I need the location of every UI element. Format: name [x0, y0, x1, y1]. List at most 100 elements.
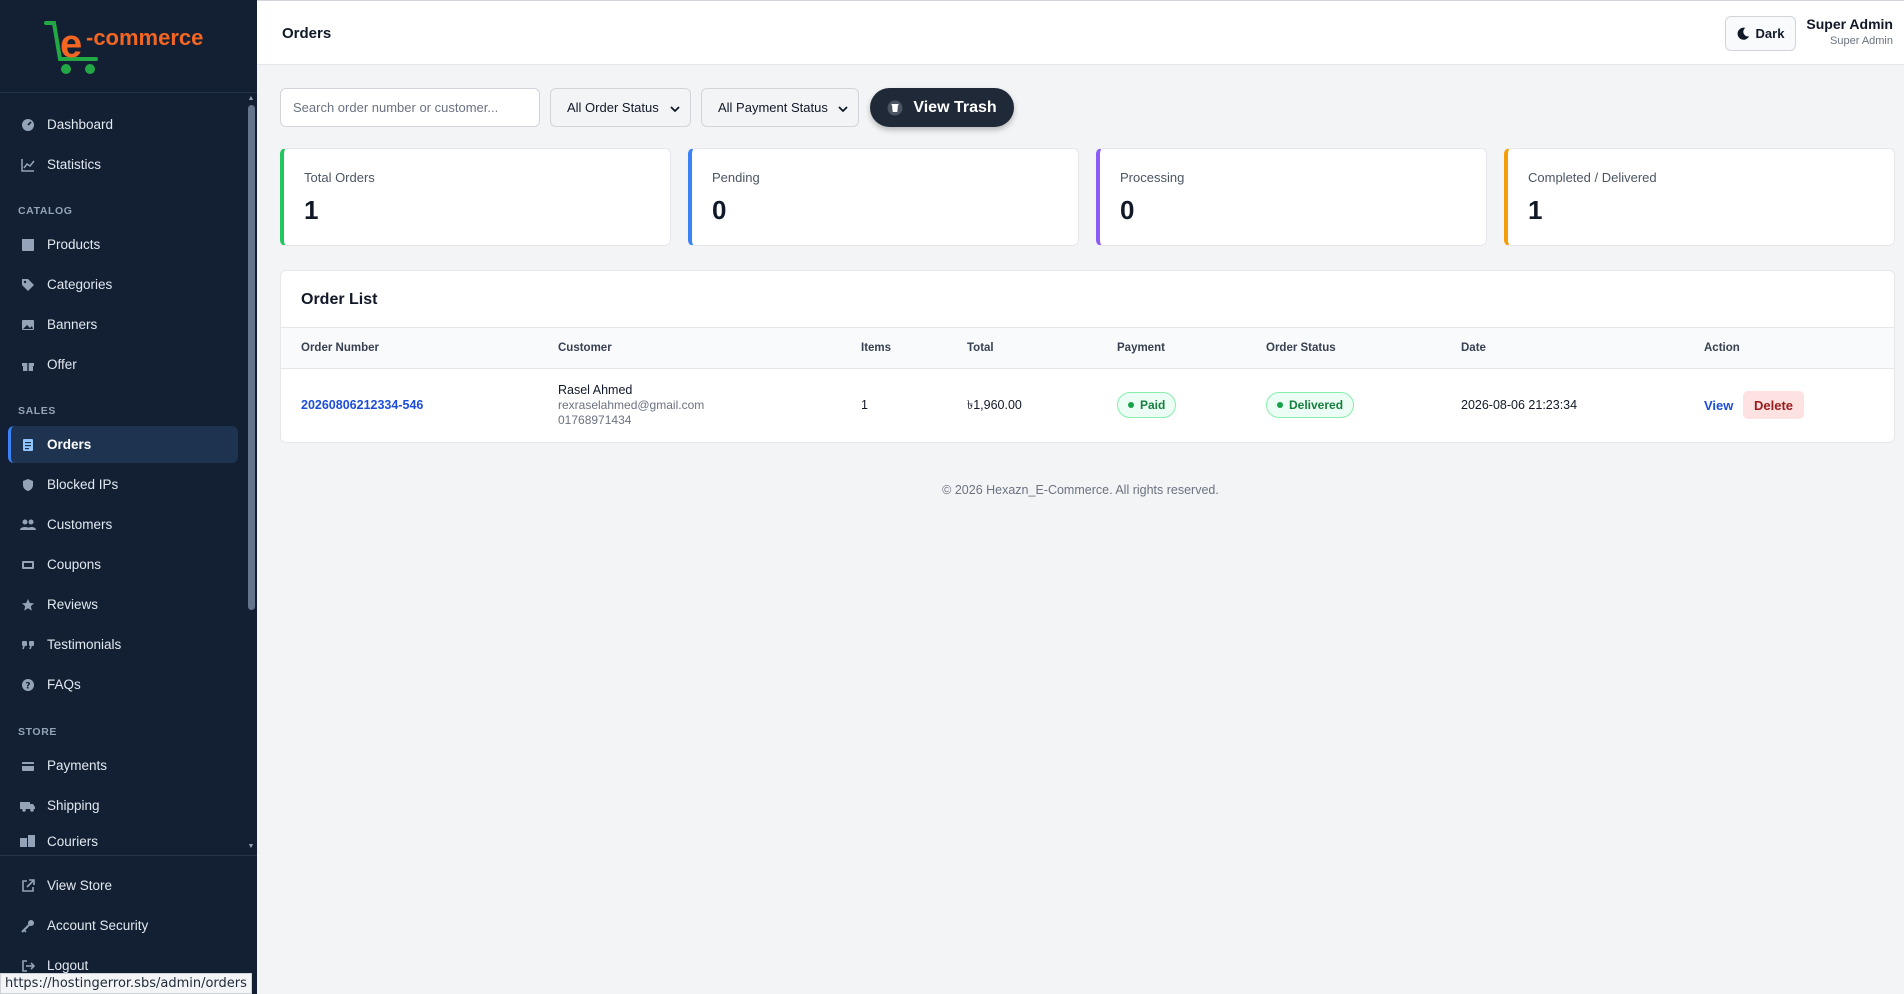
status-dot-icon	[1277, 402, 1283, 408]
sidebar-item-coupons[interactable]: Coupons	[8, 546, 238, 583]
footer-copyright: © 2026 Hexazn_E-Commerce. All rights res…	[942, 483, 1219, 497]
brand-logo[interactable]: e -commerce	[0, 0, 257, 93]
sidebar-item-categories[interactable]: Categories	[8, 266, 238, 303]
sidebar-item-statistics[interactable]: Statistics	[8, 146, 238, 183]
stat-label: Total Orders	[304, 170, 375, 185]
column-header: Action	[1704, 342, 1740, 354]
sidebar-item-reviews[interactable]: Reviews	[8, 586, 238, 623]
logo-letter: e	[60, 22, 82, 66]
section-store: STORE	[18, 726, 57, 738]
dark-mode-label: Dark	[1755, 26, 1785, 41]
scroll-down-arrow-icon[interactable]: ▼	[247, 843, 255, 851]
sidebar-item-label: Categories	[47, 277, 113, 292]
sidebar-item-account-security[interactable]: Account Security	[8, 907, 238, 944]
column-header: Date	[1461, 342, 1486, 354]
sidebar: e -commerce ▲ ▼ Dashboard Statistics CAT…	[0, 0, 257, 994]
customer-phone: 01768971434	[558, 413, 632, 427]
quote-icon	[20, 637, 36, 653]
stat-card-pending: Pending 0	[688, 148, 1079, 246]
column-header: Total	[967, 342, 994, 354]
sidebar-item-customers[interactable]: Customers	[8, 506, 238, 543]
column-header: Customer	[558, 342, 612, 354]
stat-value: 0	[1120, 195, 1135, 225]
payment-status-badge: Paid	[1117, 392, 1177, 418]
sidebar-item-view-store[interactable]: View Store	[8, 867, 238, 904]
items-count: 1	[861, 398, 868, 412]
sidebar-item-shipping[interactable]: Shipping	[8, 787, 238, 824]
sidebar-item-label: Statistics	[47, 157, 102, 172]
sidebar-scrollbar[interactable]	[248, 105, 255, 610]
scroll-up-arrow-icon[interactable]: ▲	[247, 95, 255, 103]
dark-mode-button[interactable]: Dark	[1725, 16, 1796, 51]
dashboard-icon	[20, 117, 36, 133]
stat-value: 1	[1528, 195, 1543, 225]
sidebar-item-label: Products	[47, 237, 101, 252]
sidebar-item-label: Logout	[47, 958, 89, 973]
column-header: Items	[861, 342, 892, 354]
key-icon	[20, 918, 36, 934]
sidebar-item-label: Shipping	[47, 798, 100, 813]
sidebar-item-couriers[interactable]: Couriers	[8, 827, 238, 855]
stat-card-processing: Processing 0	[1096, 148, 1487, 246]
delete-order-button[interactable]: Delete	[1743, 391, 1804, 419]
customer-name: Rasel Ahmed	[558, 383, 633, 397]
order-list-panel: Order List Order Number Customer Items T…	[280, 270, 1895, 443]
stat-card-completed: Completed / Delivered 1	[1504, 148, 1895, 246]
sidebar-item-label: Testimonials	[47, 637, 122, 652]
sidebar-item-dashboard[interactable]: Dashboard	[8, 106, 238, 143]
chevron-down-icon	[670, 102, 680, 117]
order-number-link[interactable]: 20260806212334-546	[301, 398, 423, 412]
logo-text: -commerce	[86, 25, 203, 50]
section-sales: SALES	[18, 405, 57, 417]
sidebar-item-label: Reviews	[47, 597, 99, 612]
credit-card-icon	[20, 758, 36, 774]
sidebar-item-label: Offer	[47, 357, 77, 372]
user-role: Super Admin	[1830, 35, 1893, 47]
order-status-value: All Order Status	[567, 100, 659, 115]
column-header: Order Status	[1266, 342, 1336, 354]
chart-line-icon	[20, 157, 36, 173]
order-list-title: Order List	[301, 291, 378, 308]
sidebar-item-orders[interactable]: Orders	[8, 426, 238, 463]
sidebar-item-label: View Store	[47, 878, 113, 893]
customer-email: rexraselahmed@gmail.com	[558, 398, 705, 412]
sidebar-item-label: Blocked IPs	[47, 477, 119, 492]
view-trash-label: View Trash	[913, 98, 997, 116]
status-dot-icon	[1128, 402, 1134, 408]
sidebar-item-payments[interactable]: Payments	[8, 747, 238, 784]
sidebar-item-label: Banners	[47, 317, 98, 332]
external-link-icon	[20, 878, 36, 894]
stat-label: Pending	[712, 170, 760, 185]
star-icon	[20, 597, 36, 613]
question-icon: ?	[20, 677, 36, 693]
sidebar-item-banners[interactable]: Banners	[8, 306, 238, 343]
cart-logo-icon: e -commerce	[44, 21, 203, 74]
view-trash-button[interactable]: View Trash	[870, 88, 1014, 127]
sidebar-item-offer[interactable]: Offer	[8, 346, 238, 383]
sidebar-item-blocked-ips[interactable]: Blocked IPs	[8, 466, 238, 503]
sidebar-item-testimonials[interactable]: Testimonials	[8, 626, 238, 663]
sidebar-item-label: Orders	[47, 437, 92, 452]
status-bar-url: https://hostingerror.sbs/admin/orders	[0, 973, 252, 994]
stat-card-total-orders: Total Orders 1	[280, 148, 671, 246]
stat-value: 1	[304, 195, 319, 225]
table-header: Order Number Customer Items Total Paymen…	[281, 327, 1894, 369]
order-status-select[interactable]: All Order Status	[550, 88, 691, 127]
sidebar-item-label: Coupons	[47, 557, 102, 572]
user-name[interactable]: Super Admin	[1806, 16, 1893, 32]
customer-cell: Rasel Ahmed rexraselahmed@gmail.com 0176…	[558, 383, 704, 428]
svg-text:?: ?	[25, 681, 30, 691]
ticket-icon	[20, 557, 36, 573]
sidebar-item-faqs[interactable]: ? FAQs	[8, 666, 238, 703]
section-catalog: CATALOG	[18, 205, 73, 217]
search-input[interactable]	[280, 88, 540, 127]
receipt-icon	[20, 437, 36, 453]
order-status-text: Delivered	[1289, 398, 1344, 412]
column-header: Payment	[1117, 342, 1165, 354]
sidebar-item-products[interactable]: Products	[8, 226, 238, 263]
payment-status-select[interactable]: All Payment Status	[701, 88, 859, 127]
stat-label: Processing	[1120, 170, 1185, 185]
sidebar-item-label: Customers	[47, 517, 113, 532]
order-total: ৳1,960.00	[967, 398, 1022, 412]
view-order-link[interactable]: View	[1704, 398, 1733, 413]
